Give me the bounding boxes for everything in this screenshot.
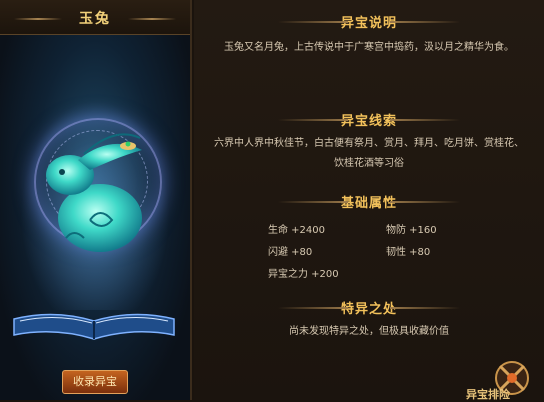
header-ornament-right bbox=[390, 21, 460, 23]
header-ornament-right bbox=[390, 119, 460, 121]
attribute-dodge: 闪避 +80 bbox=[268, 247, 313, 258]
section-header-attributes: 基础属性 bbox=[194, 192, 544, 212]
section-header-clue: 异宝线索 bbox=[194, 110, 544, 130]
attribute-hp: 生命 +2400 bbox=[268, 225, 326, 236]
section-title-description: 异宝说明 bbox=[340, 16, 397, 31]
special-text: 尚未发现特异之处，但极具收藏价值 bbox=[289, 326, 449, 337]
section-title-attributes: 基础属性 bbox=[340, 196, 397, 211]
attribute-treasure-power: 异宝之力 +200 bbox=[268, 269, 339, 280]
header-ornament-left bbox=[278, 21, 348, 23]
clue-text-line1: 六界中人界中秋佳节，白古便有祭月、赏月、拜月、吃月饼、赏桂花、 bbox=[214, 138, 524, 149]
open-book-icon bbox=[13, 313, 175, 340]
header-ornament-left bbox=[278, 307, 348, 309]
header-ornament-left bbox=[278, 201, 348, 203]
header-ornament-right bbox=[390, 307, 460, 309]
section-title-special: 特异之处 bbox=[340, 302, 397, 317]
section-header-special: 特异之处 bbox=[194, 298, 544, 318]
header-ornament-left bbox=[278, 119, 348, 121]
clue-text-line2: 饮桂花酒等习俗 bbox=[334, 158, 404, 169]
header-ornament-right bbox=[390, 201, 460, 203]
section-header-description: 异宝说明 bbox=[194, 12, 544, 32]
treasure-display-panel: 玉兔 收录异宝 bbox=[0, 0, 192, 400]
treasure-name: 玉兔 bbox=[79, 11, 111, 27]
description-text: 玉兔又名月兔，上古传说中于广寒宫中捣药，汲以月之精华为食。 bbox=[224, 42, 514, 53]
collect-treasure-button[interactable]: 收录异宝 bbox=[62, 370, 128, 394]
attribute-physical-defense: 物防 +160 bbox=[386, 225, 437, 236]
section-title-clue: 异宝线索 bbox=[340, 114, 397, 129]
attribute-toughness: 韧性 +80 bbox=[386, 247, 431, 258]
jade-rabbit-icon[interactable] bbox=[30, 120, 160, 270]
treasure-info-panel: 异宝说明 玉兔又名月兔，上古传说中于广寒宫中捣药，汲以月之精华为食。 异宝线索 … bbox=[194, 0, 544, 400]
